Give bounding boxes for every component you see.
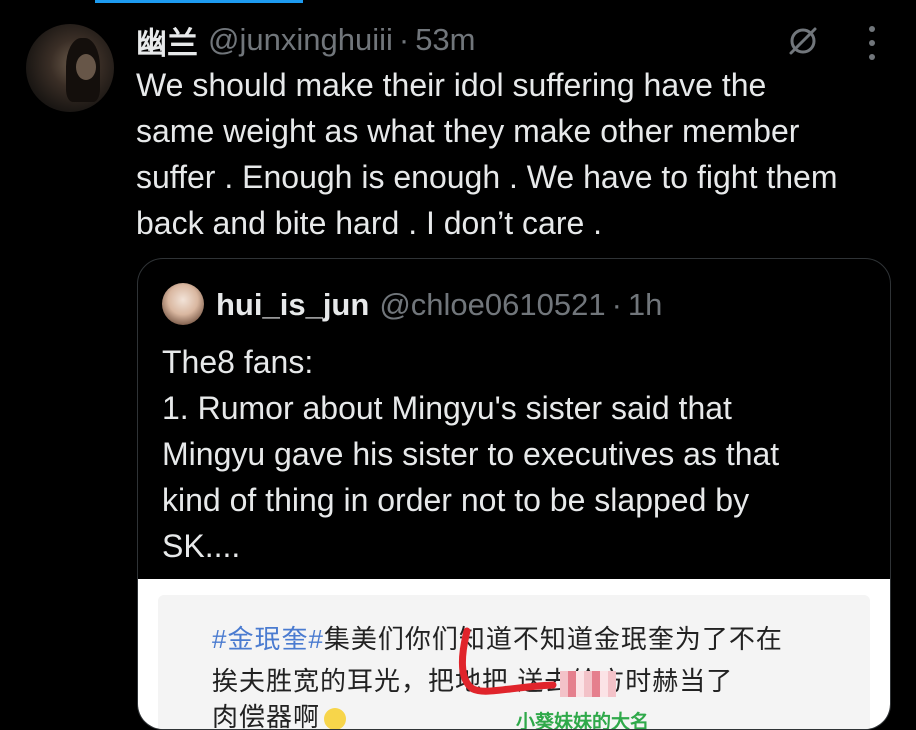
display-name[interactable]: 幽兰 <box>136 18 198 63</box>
image-text-line-3: 肉偿器啊 <box>212 697 347 730</box>
tweet-text: We should make their idol suffering have… <box>136 67 838 241</box>
quoted-tweet[interactable]: hui_is_jun @chloe0610521 · 1h The8 fans:… <box>137 258 891 730</box>
avatar[interactable] <box>26 24 114 112</box>
quoted-separator-dot: · <box>611 287 622 322</box>
smile-emoji-icon <box>324 708 347 729</box>
quoted-user-handle[interactable]: @chloe0610521 <box>379 287 605 323</box>
quoted-image[interactable]: #金珉奎#集美们你们知道不知道金珉奎为了不在 挨夫胜宽的耳光，把地把 送去给方时… <box>138 579 890 730</box>
user-handle[interactable]: @junxinghuiii <box>208 22 393 58</box>
quoted-header: hui_is_jun @chloe0610521 · 1h <box>216 283 662 327</box>
screenshot-card: #金珉奎#集美们你们知道不知道金珉奎为了不在 挨夫胜宽的耳光，把地把 送去给方时… <box>158 595 870 730</box>
quoted-text: The8 fans: 1. Rumor about Mingyu's siste… <box>162 344 780 564</box>
quoted-timestamp[interactable]: 1h <box>628 287 662 323</box>
pixelated-censor <box>560 671 616 697</box>
quoted-display-name[interactable]: hui_is_jun <box>216 287 369 323</box>
more-vertical-icon[interactable] <box>862 26 882 60</box>
image-text-line-3-text: 肉偿器啊 <box>212 702 321 730</box>
quoted-avatar[interactable] <box>162 283 204 325</box>
image-hashtag: #金珉奎# <box>212 624 324 654</box>
red-annotation-icon <box>458 627 557 695</box>
tweet-header: 幽兰 @junxinghuiii · 53m <box>136 18 476 63</box>
tab-indicator <box>95 0 303 3</box>
separator-dot: · <box>398 22 410 57</box>
image-caption: 小葵妹妹的大名 <box>516 712 650 730</box>
avatar-face <box>76 54 96 80</box>
grok-icon[interactable] <box>786 24 820 58</box>
timestamp[interactable]: 53m <box>415 22 475 58</box>
